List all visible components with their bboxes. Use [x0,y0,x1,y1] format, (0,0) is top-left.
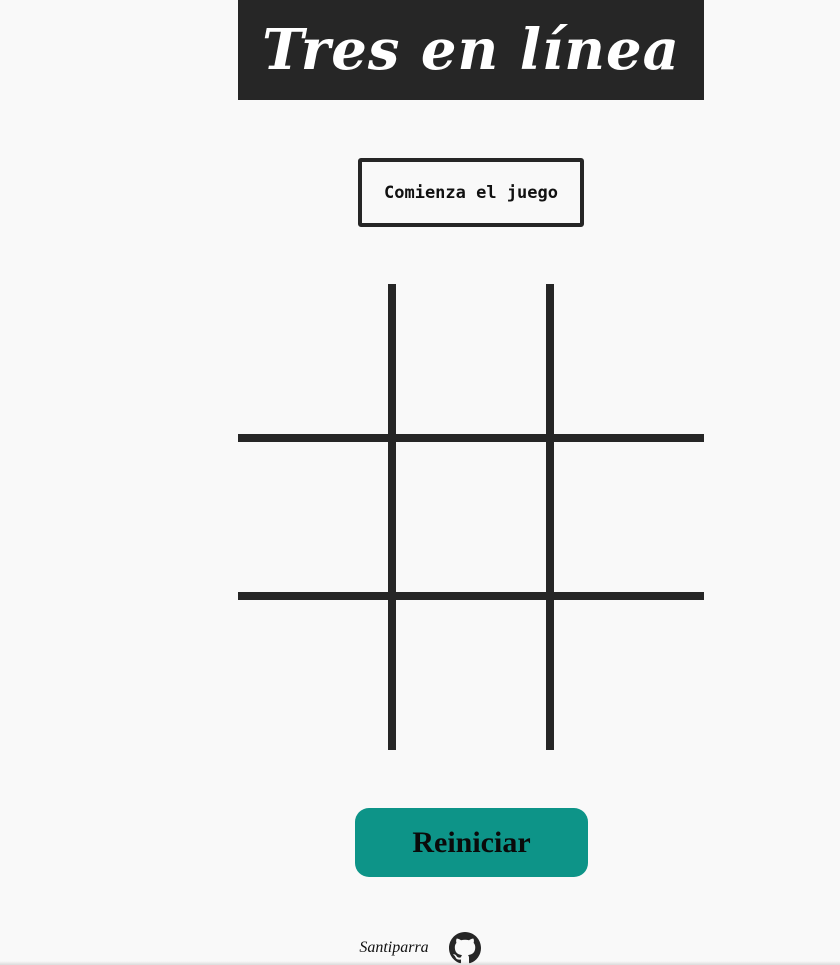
footer: Santiparra [0,930,840,965]
board-cell-8[interactable] [396,600,546,750]
board-cell-3[interactable] [554,284,704,434]
board-cell-9[interactable] [554,600,704,750]
github-icon[interactable] [448,931,481,964]
game-board [238,284,704,750]
header-banner: Tres en línea [238,0,704,100]
grid-line-horizontal-1 [238,434,704,442]
page-title: Tres en línea [262,17,680,83]
grid-line-horizontal-2 [238,592,704,600]
grid-line-vertical-1 [388,284,396,750]
board-cell-2[interactable] [396,284,546,434]
page: Tres en línea Comienza el juego Reinicia… [0,0,840,965]
grid-line-vertical-2 [546,284,554,750]
author-name: Santiparra [359,938,429,956]
game-status-box: Comienza el juego [358,158,584,227]
board-cell-6[interactable] [554,442,704,592]
board-cell-1[interactable] [238,284,388,434]
board-cell-7[interactable] [238,600,388,750]
board-cell-4[interactable] [238,442,388,592]
github-icon-graphic [448,931,481,963]
bottom-divider [0,961,840,965]
board-cell-5[interactable] [396,442,546,592]
restart-button[interactable]: Reiniciar [355,808,588,877]
